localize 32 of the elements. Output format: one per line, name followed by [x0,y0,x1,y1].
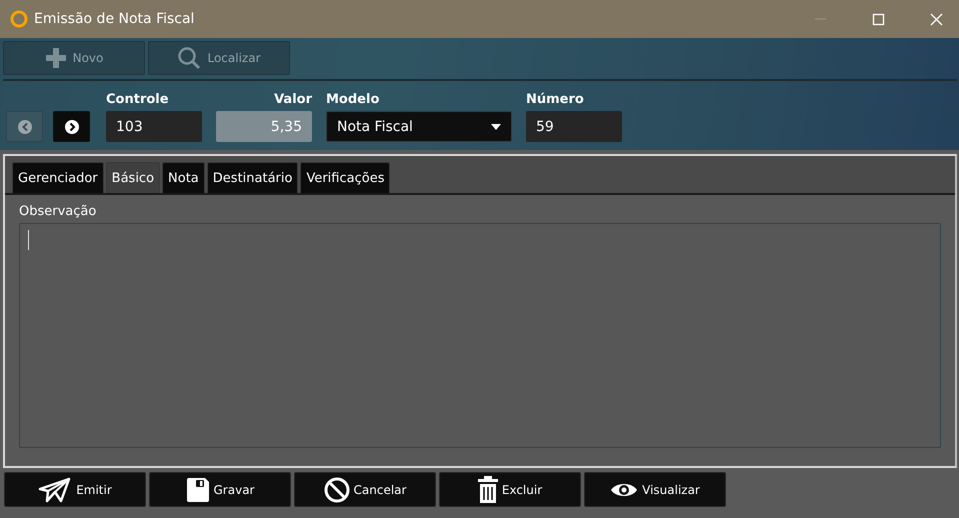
field-label: Número [526,92,585,108]
field-label: Modelo [326,92,380,108]
observation-field[interactable] [19,223,941,448]
field-label: Controle [106,92,170,108]
chevron-right-icon [64,118,80,134]
model-dropdown[interactable]: Nota Fiscal [326,111,512,142]
tab[interactable]: Verificações [300,162,390,193]
search-icon [177,46,202,70]
preview-button[interactable]: Visualizar [584,472,726,507]
field-label: Valor [273,92,312,108]
delete-button[interactable]: Excluir [439,472,581,507]
trash-can-icon [478,476,498,504]
window-title: Emissão de Nota Fiscal [34,11,196,27]
send-icon [38,476,72,502]
save-button[interactable]: Gravar [149,472,291,507]
input-field[interactable]: 59 [526,111,622,142]
tab[interactable]: Destinatário [206,162,298,193]
ring-icon [10,10,28,28]
next-button[interactable] [53,111,90,142]
dropdown-arrow-icon [491,124,501,130]
plus-icon [44,47,67,69]
issue-button[interactable]: Emitir [4,472,146,507]
maximize-icon [872,12,884,26]
cancel-button[interactable]: Cancelar [294,472,436,507]
close-icon [930,12,942,26]
tab[interactable]: Gerenciador [12,162,104,193]
tab[interactable]: Nota [162,162,205,193]
tab[interactable]: Básico [106,162,160,193]
input-field[interactable]: 103 [106,111,202,142]
field-label: Observação [19,204,98,219]
chevron-left-icon [16,118,32,134]
prohibited-icon [324,476,350,502]
